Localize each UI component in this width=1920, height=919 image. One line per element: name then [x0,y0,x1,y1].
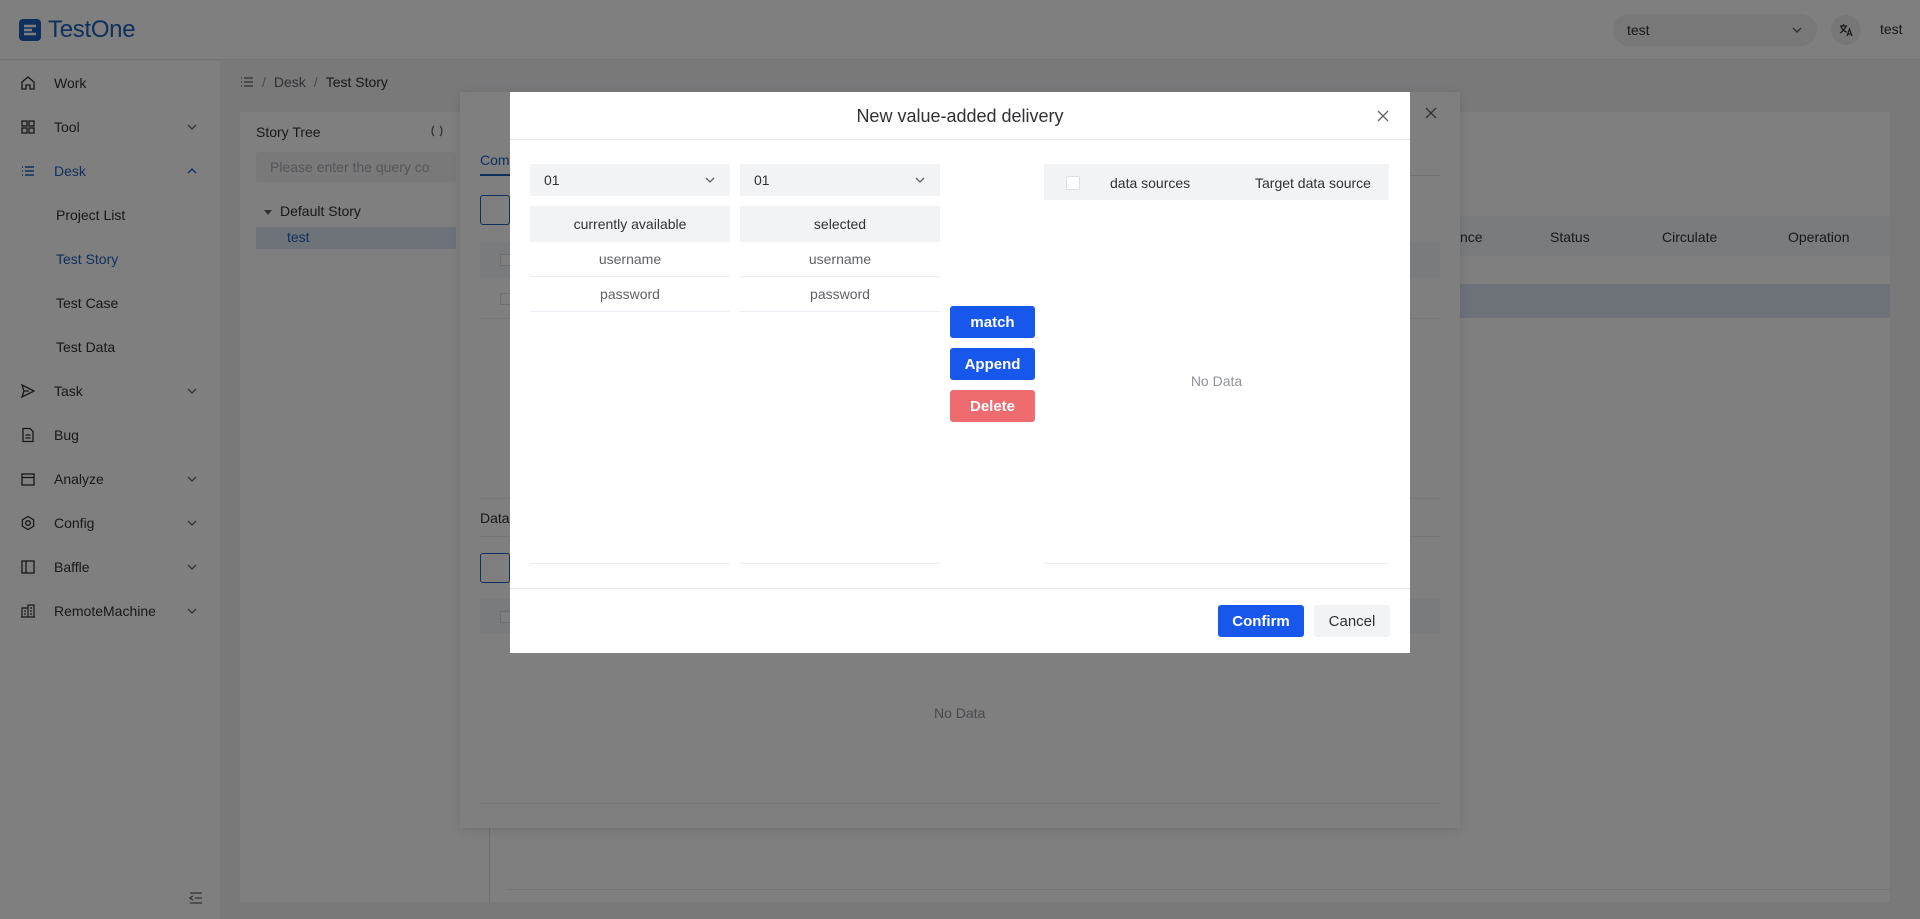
mapping-col-data-sources: data sources [1110,175,1191,191]
confirm-button[interactable]: Confirm [1218,605,1304,637]
cancel-button[interactable]: Cancel [1314,605,1390,637]
available-column-header: currently available [530,206,730,242]
mapping-col-target-data-source: Target data source [1255,175,1371,191]
select-value: 01 [754,172,770,188]
chevron-down-icon [705,177,715,183]
selected-source-select[interactable]: 01 [740,164,940,196]
mapping-no-data: No Data [1190,373,1243,389]
available-source-select[interactable]: 01 [530,164,730,196]
selected-item-password[interactable]: password [740,277,940,312]
selected-column-header: selected [740,206,940,242]
selected-item-username[interactable]: username [740,242,940,277]
modal-footer-divider [510,588,1410,589]
append-button[interactable]: Append [950,348,1035,380]
mapping-select-all-checkbox[interactable] [1066,176,1080,190]
column-bottom-line [530,563,730,564]
mapping-bottom-line [1044,563,1389,564]
close-icon[interactable] [1376,109,1390,123]
chevron-down-icon [915,177,925,183]
match-button[interactable]: match [950,306,1035,338]
column-bottom-line [740,563,940,564]
select-value: 01 [544,172,560,188]
modal-title: New value-added delivery [856,106,1064,126]
available-item-username[interactable]: username [530,242,730,277]
available-item-password[interactable]: password [530,277,730,312]
modal-header-divider [510,139,1410,140]
value-added-delivery-modal: New value-added delivery 01 currently av… [510,92,1410,653]
delete-button[interactable]: Delete [950,390,1035,422]
